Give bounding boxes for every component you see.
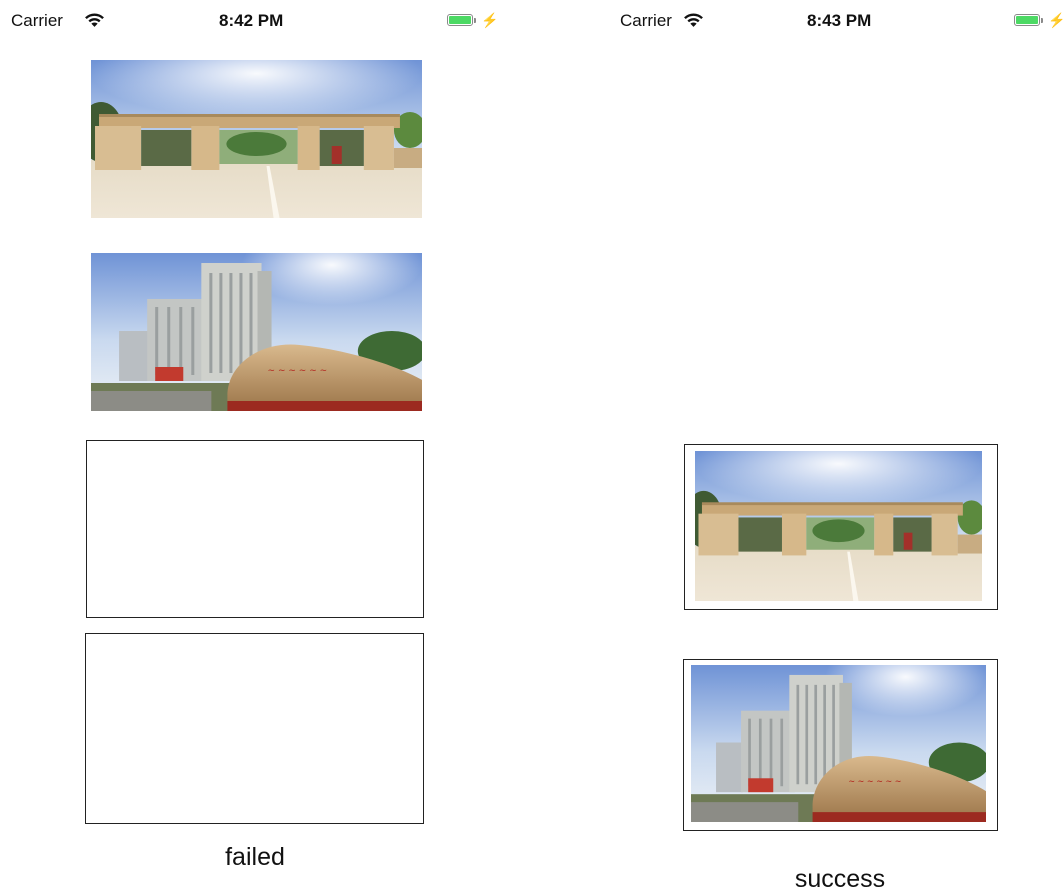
carrier-label: Carrier bbox=[620, 11, 672, 30]
empty-image-frame bbox=[85, 633, 424, 824]
charging-bolt-icon: ⚡ bbox=[1048, 12, 1064, 28]
framed-gate-image bbox=[684, 444, 998, 610]
wifi-icon bbox=[84, 12, 105, 28]
framed-building-image bbox=[683, 659, 998, 831]
result-caption: success bbox=[794, 865, 886, 893]
battery-icon: ⚡ bbox=[1014, 13, 1064, 27]
status-time: 8:43 PM bbox=[807, 11, 872, 30]
gate-image bbox=[695, 451, 982, 601]
result-caption: failed bbox=[225, 843, 285, 871]
building-image bbox=[691, 665, 986, 822]
status-time: 8:42 PM bbox=[219, 11, 284, 30]
building-image bbox=[91, 253, 422, 411]
empty-image-frame bbox=[86, 440, 424, 618]
carrier-label: Carrier bbox=[11, 11, 63, 30]
gate-image bbox=[91, 60, 422, 218]
charging-bolt-icon: ⚡ bbox=[481, 12, 499, 28]
battery-icon: ⚡ bbox=[447, 13, 498, 27]
wifi-icon bbox=[683, 12, 704, 28]
